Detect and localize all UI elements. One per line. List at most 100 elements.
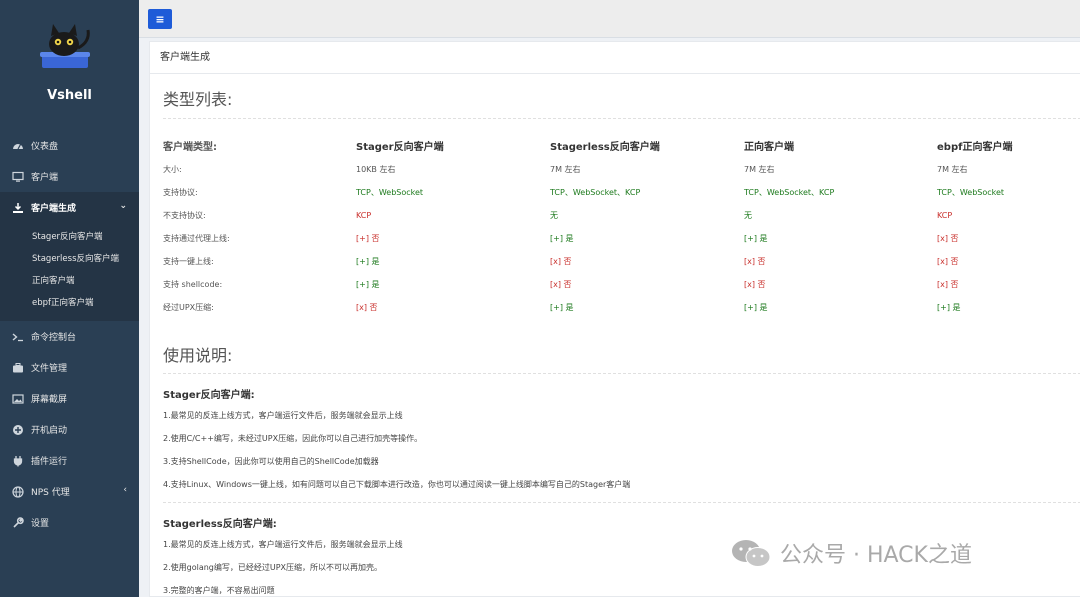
table-cell: 无 [744, 211, 752, 220]
sidebar-item-label: 屏幕截屏 [31, 395, 68, 405]
table-header-cell: 正向客户端 [744, 142, 794, 153]
table-cell: [x] 否 [550, 280, 572, 289]
row-label: 不支持协议: [163, 211, 206, 220]
client-generate-panel: 客户端生成 类型列表: 客户端类型: Stager反向客户端 Stagerles… [149, 41, 1080, 597]
terminal-icon [12, 331, 24, 343]
table-cell: [+] 是 [550, 303, 574, 312]
table-cell: [x] 否 [550, 257, 572, 266]
sidebar-item-client-generate[interactable]: 客户端生成 ⌄ [0, 192, 139, 223]
table-row: 支持一键上线: [+] 是 [x] 否 [x] 否 [x] 否 [163, 250, 1080, 273]
row-label: 大小: [163, 165, 182, 174]
table-cell: TCP、WebSocket [356, 188, 424, 197]
row-label: 支持通过代理上线: [163, 234, 230, 243]
table-cell: KCP [356, 211, 372, 220]
sidebar-item-screenshot[interactable]: 屏幕截屏 [0, 383, 139, 414]
usage-line: 3.完整的客户端，不容易出问题 [163, 586, 275, 595]
plus-circle-icon [12, 424, 24, 436]
types-heading: 类型列表: [163, 90, 233, 109]
brand-name: Vshell [47, 88, 92, 103]
sidebar-item-label: 命令控制台 [31, 333, 77, 343]
globe-icon [12, 485, 24, 498]
sidebar-item-label: 文件管理 [31, 364, 68, 374]
submenu-item-forward[interactable]: 正向客户端 [0, 269, 139, 291]
table-cell: [+] 是 [744, 303, 768, 312]
sidebar-item-label: 设置 [31, 519, 50, 529]
top-bar: ≡ [139, 0, 1080, 38]
table-cell: 7M 左右 [744, 165, 775, 174]
table-cell: 7M 左右 [937, 165, 968, 174]
row-label: 支持协议: [163, 188, 198, 197]
usage-heading: 使用说明: [163, 346, 233, 365]
table-cell: 7M 左右 [550, 165, 581, 174]
table-row: 支持通过代理上线: [+] 否 [+] 是 [+] 是 [x] 否 [163, 227, 1080, 250]
table-header-cell: Stagerless反向客户端 [550, 142, 660, 153]
usage-subheading: Stager反向客户端: [163, 389, 255, 401]
table-cell: [x] 否 [937, 234, 959, 243]
sidebar-item-label: 插件运行 [31, 457, 68, 467]
usage-line: 3.支持ShellCode，因此你可以使用自己的ShellCode加载器 [163, 457, 379, 466]
sidebar-item-plugins[interactable]: 插件运行 [0, 445, 139, 476]
types-table: 客户端类型: Stager反向客户端 Stagerless反向客户端 正向客户端… [163, 134, 1080, 319]
table-cell: TCP、WebSocket、KCP [744, 188, 835, 197]
sidebar-item-clients[interactable]: 客户端 [0, 161, 139, 192]
briefcase-icon [12, 362, 24, 374]
chevron-down-icon: ⌄ [119, 201, 127, 211]
sidebar-item-settings[interactable]: 设置 [0, 507, 139, 538]
panel-title: 客户端生成 [150, 42, 1080, 74]
submenu-item-stagerless[interactable]: Stagerless反向客户端 [0, 247, 139, 269]
table-cell: [+] 是 [744, 234, 768, 243]
plug-icon [12, 455, 24, 467]
menu-toggle-button[interactable]: ≡ [148, 9, 172, 29]
usage-line: 2.使用C/C++编写，未经过UPX压缩，因此你可以自己进行加壳等操作。 [163, 434, 423, 443]
row-label: 支持 shellcode: [163, 280, 223, 289]
table-cell: [x] 否 [744, 257, 766, 266]
usage-line: 4.支持Linux、Windows一键上线，如有问题可以自己下载脚本进行改造，你… [163, 480, 631, 489]
table-cell: 10KB 左右 [356, 165, 396, 174]
sidebar-item-files[interactable]: 文件管理 [0, 352, 139, 383]
divider [163, 118, 1080, 119]
brand: Vshell [0, 0, 139, 120]
divider [163, 502, 1080, 503]
client-generate-submenu: Stager反向客户端 Stagerless反向客户端 正向客户端 ebpf正向… [0, 223, 139, 321]
table-row: 大小: 10KB 左右 7M 左右 7M 左右 7M 左右 [163, 158, 1080, 181]
sidebar-item-console[interactable]: 命令控制台 [0, 321, 139, 352]
table-row: 支持协议: TCP、WebSocket TCP、WebSocket、KCP TCP、W… [163, 181, 1080, 204]
wechat-icon [732, 540, 771, 567]
usage-line: 1.最常见的反连上线方式，客户端运行文件后，服务端就会显示上线 [163, 411, 403, 420]
table-cell: [x] 否 [937, 280, 959, 289]
row-label: 支持一键上线: [163, 257, 214, 266]
table-header-cell: Stager反向客户端 [356, 142, 444, 153]
table-cell: [x] 否 [356, 303, 378, 312]
table-cell: KCP [937, 211, 953, 220]
sidebar-item-label: 仪表盘 [31, 142, 59, 152]
sidebar-item-nps-proxy[interactable]: NPS 代理 ‹ [0, 476, 139, 507]
table-header-cell: ebpf正向客户端 [937, 142, 1013, 153]
table-cell: [x] 否 [937, 257, 959, 266]
cat-logo-icon [40, 24, 90, 68]
sidebar-item-label: 客户端生成 [31, 204, 77, 214]
table-cell: TCP、WebSocket、KCP [550, 188, 641, 197]
table-header-row: 客户端类型: Stager反向客户端 Stagerless反向客户端 正向客户端… [163, 134, 1080, 158]
sidebar-item-label: 客户端 [31, 173, 59, 183]
watermark-text: 公众号 · HACK之道 [780, 543, 972, 568]
table-row: 支持 shellcode: [+] 是 [x] 否 [x] 否 [x] 否 [163, 273, 1080, 296]
sidebar-item-dashboard[interactable]: 仪表盘 [0, 130, 139, 161]
wrench-icon [12, 516, 24, 529]
sidebar-item-label: NPS 代理 [31, 488, 70, 498]
table-cell: 无 [550, 211, 558, 220]
table-cell: TCP、WebSocket [937, 188, 1005, 197]
watermark: 公众号 · HACK之道 [730, 538, 972, 568]
sidebar-nav: 仪表盘 客户端 客户端生成 ⌄ Stager反向客户端 Stagerless反向… [0, 130, 139, 538]
monitor-icon [12, 171, 24, 183]
chevron-left-icon: ‹ [123, 485, 127, 495]
table-row: 不支持协议: KCP 无 无 KCP [163, 204, 1080, 227]
table-header-cell: 客户端类型: [163, 142, 217, 153]
sidebar-item-label: 开机启动 [31, 426, 68, 436]
table-cell: [x] 否 [744, 280, 766, 289]
submenu-item-ebpf[interactable]: ebpf正向客户端 [0, 291, 139, 313]
sidebar-item-startup[interactable]: 开机启动 [0, 414, 139, 445]
image-icon [12, 393, 24, 405]
divider [163, 373, 1080, 374]
table-cell: [+] 是 [356, 257, 380, 266]
submenu-item-stager[interactable]: Stager反向客户端 [0, 225, 139, 247]
